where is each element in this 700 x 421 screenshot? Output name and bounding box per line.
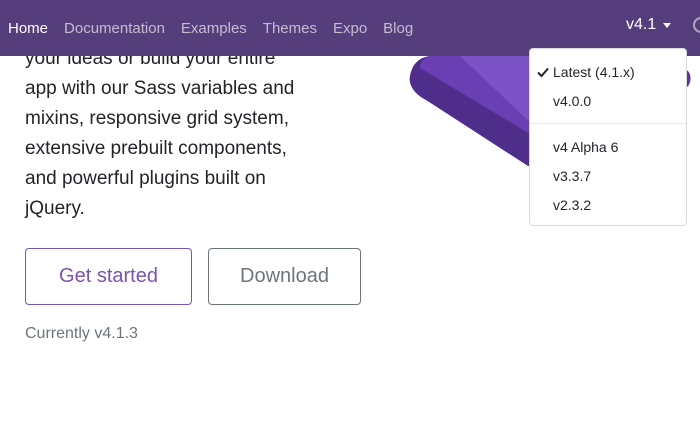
nav-link-examples[interactable]: Examples	[181, 20, 247, 37]
hero-lead: your ideas or build your entire app with…	[25, 44, 335, 224]
version-dropdown-toggle[interactable]: v4.1	[626, 16, 672, 34]
dropdown-item-label: v2.3.2	[553, 197, 592, 213]
nav-link-themes[interactable]: Themes	[263, 20, 317, 37]
hero-lead-line: and powerful plugins built on	[25, 168, 266, 189]
dropdown-item-v2-3-2[interactable]: v2.3.2	[530, 193, 686, 217]
dropdown-item-v4-alpha-6[interactable]: v4 Alpha 6	[530, 135, 686, 159]
version-toggle-label: v4.1	[626, 16, 657, 33]
dropdown-item-label: v4.0.0	[553, 93, 592, 109]
dropdown-item-label: v3.3.7	[553, 168, 592, 184]
nav-link-blog[interactable]: Blog	[383, 20, 413, 37]
nav-links: Home Documentation Examples Themes Expo …	[8, 20, 429, 37]
hero-lead-line: app with our Sass variables and	[25, 78, 295, 99]
dropdown-item-label: v4 Alpha 6	[553, 139, 619, 155]
hero-lead-line: jQuery.	[25, 198, 85, 219]
dropdown-item-v3-3-7[interactable]: v3.3.7	[530, 164, 686, 188]
check-icon	[537, 67, 549, 78]
caret-down-icon	[663, 23, 672, 28]
get-started-button[interactable]: Get started	[25, 248, 192, 305]
dropdown-divider	[530, 123, 686, 124]
dropdown-item-latest[interactable]: Latest (4.1.x)	[530, 60, 686, 84]
github-icon[interactable]	[693, 17, 700, 33]
dropdown-item-label: Latest (4.1.x)	[553, 64, 635, 80]
hero-lead-line: extensive prebuilt components,	[25, 138, 287, 159]
nav-link-expo[interactable]: Expo	[333, 20, 367, 37]
nav-link-home[interactable]: Home	[8, 20, 48, 37]
dropdown-item-v4-0-0[interactable]: v4.0.0	[530, 89, 686, 113]
hero-lead-line: mixins, responsive grid system,	[25, 108, 289, 129]
version-dropdown-menu: Latest (4.1.x) v4.0.0 v4 Alpha 6 v3.3.7 …	[529, 48, 687, 226]
download-button[interactable]: Download	[208, 248, 361, 305]
current-version-text: Currently v4.1.3	[25, 325, 138, 342]
nav-link-documentation[interactable]: Documentation	[64, 20, 165, 37]
